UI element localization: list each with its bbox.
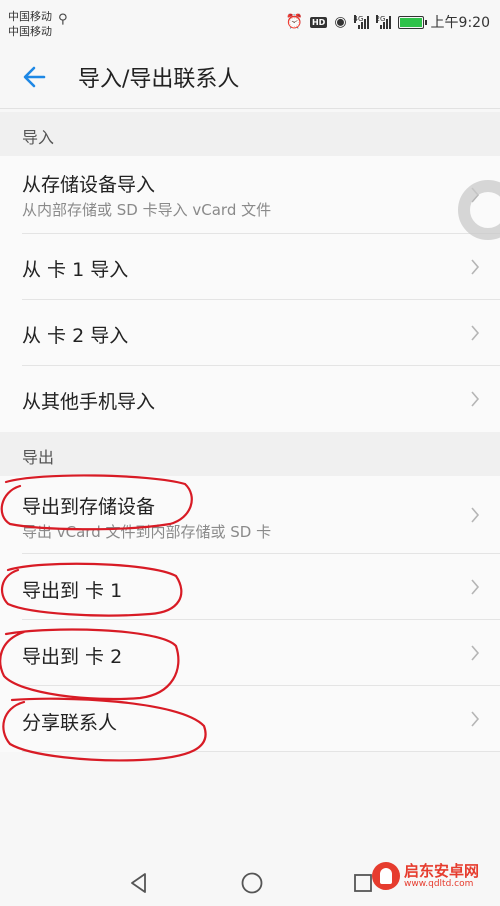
import-from-card2-item[interactable]: 从 卡 2 导入: [0, 300, 500, 366]
network-type-2: 2G: [375, 15, 386, 23]
list-item-label: 从存储设备导入: [22, 174, 156, 196]
list-item-label: 导出到 卡 2: [22, 646, 123, 668]
usb-icon: ⚲: [58, 12, 68, 27]
export-to-card2-item[interactable]: 导出到 卡 2: [0, 620, 500, 686]
site-watermark: 启东安卓网 www.qdltd.com: [372, 862, 479, 890]
list-item-label: 从其他手机导入: [22, 391, 156, 413]
watermark-url: www.qdltd.com: [404, 879, 474, 889]
chevron-right-icon: [471, 711, 480, 727]
network-type-1: 4G: [353, 15, 364, 23]
list-item-sublabel: 导出 vCard 文件到内部存储或 SD 卡: [22, 523, 272, 541]
signal-icon-1: 4G: [353, 15, 369, 29]
hd-volte-icon: HD: [309, 16, 328, 28]
clock: 上午9:20: [430, 15, 490, 31]
back-triangle-icon[interactable]: [126, 870, 152, 896]
battery-icon: [397, 15, 427, 29]
alarm-icon: ⏰: [285, 14, 303, 30]
divider: [22, 751, 500, 752]
section-header-label: 导出: [22, 448, 55, 467]
import-from-storage-item[interactable]: 从存储设备导入 从内部存储或 SD 卡导入 vCard 文件: [0, 156, 500, 234]
page-title: 导入/导出联系人: [78, 67, 240, 92]
eye-comfort-icon: ◉: [334, 14, 347, 30]
home-circle-icon[interactable]: [239, 870, 265, 896]
app-bar: 导入/导出联系人: [0, 46, 500, 109]
list-item-label: 导出到存储设备: [22, 496, 156, 518]
import-from-card1-item[interactable]: 从 卡 1 导入: [0, 234, 500, 300]
section-header-export: 导出: [0, 432, 500, 476]
share-contacts-item[interactable]: 分享联系人: [0, 686, 500, 752]
watermark-name: 启东安卓网: [404, 862, 480, 880]
section-header-import: 导入: [0, 112, 500, 156]
list-item-label: 从 卡 1 导入: [22, 259, 129, 281]
chevron-right-icon: [471, 391, 480, 407]
status-icons: ⏰ HD ◉ 4G 2G 上午9:20: [286, 12, 490, 32]
export-to-storage-item[interactable]: 导出到存储设备 导出 vCard 文件到内部存储或 SD 卡: [0, 476, 500, 554]
chevron-right-icon: [471, 579, 480, 595]
chevron-right-icon: [471, 507, 480, 523]
carrier-label-2: 中国移动: [8, 25, 52, 38]
list-item-sublabel: 从内部存储或 SD 卡导入 vCard 文件: [22, 201, 272, 219]
back-arrow-icon[interactable]: [20, 62, 50, 92]
chevron-right-icon: [471, 645, 480, 661]
export-to-card1-item[interactable]: 导出到 卡 1: [0, 554, 500, 620]
carrier-label-1: 中国移动: [8, 10, 52, 23]
section-header-label: 导入: [22, 128, 55, 147]
list-item-label: 分享联系人: [22, 712, 118, 734]
chevron-right-icon: [471, 325, 480, 341]
chevron-right-icon: [471, 259, 480, 275]
signal-icon-2: 2G: [375, 15, 391, 29]
list-item-label: 导出到 卡 1: [22, 580, 123, 602]
list-item-label: 从 卡 2 导入: [22, 325, 129, 347]
import-from-other-phone-item[interactable]: 从其他手机导入: [0, 366, 500, 432]
watermark-logo-icon: [372, 862, 400, 890]
status-bar: 中国移动 中国移动 ⚲ ⏰ HD ◉ 4G 2G 上午9:20: [0, 0, 500, 46]
